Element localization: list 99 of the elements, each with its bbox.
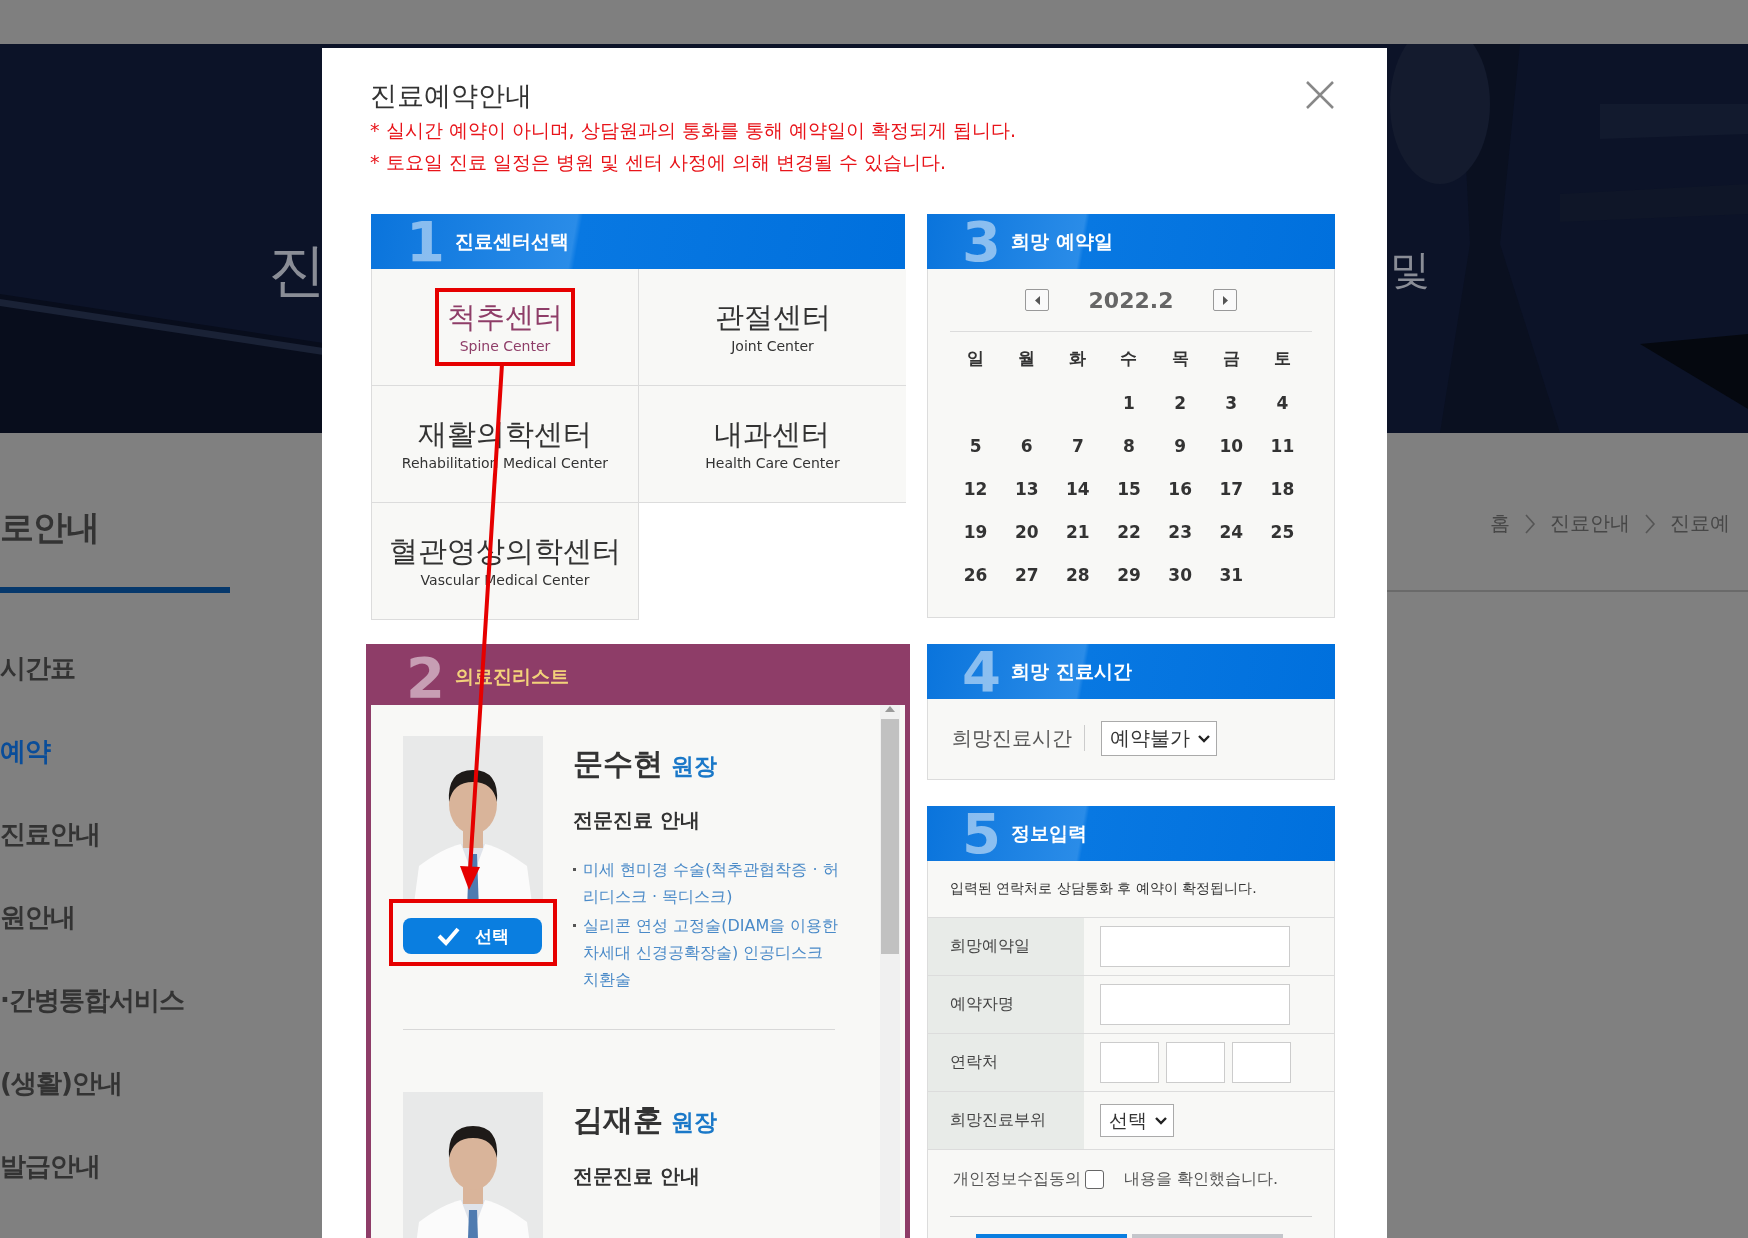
calendar-day[interactable]: 29: [1103, 557, 1155, 593]
calendar-day[interactable]: 3: [1205, 385, 1257, 421]
calendar-day[interactable]: 9: [1154, 428, 1206, 464]
calendar-day[interactable]: 13: [1001, 471, 1053, 507]
step-number: 4: [961, 644, 1001, 699]
center-option[interactable]: 내과센터 Health Care Center: [639, 386, 906, 503]
weekday-label: 토: [1272, 347, 1292, 370]
calendar-day[interactable]: 28: [1052, 557, 1104, 593]
caret-right-icon: [1221, 294, 1229, 306]
specialty-text: 실리콘 연성 고정술(DIAM을 이용한 차세대 신경공확장술) 인공디스크 치환술: [573, 912, 843, 993]
weekday-label: 수: [1119, 347, 1139, 370]
field-label: 연락처: [928, 1034, 1084, 1091]
close-icon[interactable]: [1305, 80, 1335, 110]
panel-title: 희망 진료시간: [1011, 658, 1132, 684]
specialty-heading: 전문진료 안내: [573, 807, 701, 834]
calendar-day[interactable]: 2: [1154, 385, 1206, 421]
dialog-title: 진료예약안내: [370, 79, 532, 113]
caret-left-icon: [1033, 294, 1041, 306]
calendar-day[interactable]: 15: [1103, 471, 1155, 507]
panel-title: 희망 예약일: [1011, 228, 1113, 254]
field-label: 예약자명: [928, 976, 1084, 1033]
form-note: 입력된 연락처로 상담통화 후 예약이 확정됩니다.: [949, 879, 1258, 898]
calendar-day[interactable]: 16: [1154, 471, 1206, 507]
notice-text: * 토요일 진료 일정은 병원 및 센터 사정에 의해 변경될 수 있습니다.: [370, 150, 947, 175]
input-field[interactable]: [1100, 1042, 1159, 1083]
specialty-heading: 전문진료 안내: [573, 1163, 701, 1190]
select-field[interactable]: 선택: [1100, 1104, 1174, 1137]
doctor-name: 문수현: [573, 746, 663, 781]
select-button[interactable]: 선택: [403, 918, 542, 954]
check-icon: [436, 925, 461, 947]
calendar-day[interactable]: 17: [1205, 471, 1257, 507]
chevron-icon: [1644, 512, 1656, 535]
chevron-down-icon: [1198, 734, 1210, 743]
notice-text: * 실시간 예약이 아니며, 상담원과의 통화를 통해 예약일이 확정되게 됩니다.: [370, 118, 1017, 143]
input-field[interactable]: [1100, 984, 1290, 1025]
center-option[interactable]: 관절센터 Joint Center: [639, 269, 906, 386]
hero-heading: 진: [268, 235, 326, 306]
center-name: 척추센터: [447, 299, 563, 336]
consent-label: 개인정보수집동의: [953, 1168, 1081, 1190]
input-field[interactable]: [1166, 1042, 1225, 1083]
center-english-name: Spine Center: [459, 337, 551, 356]
calendar-day[interactable]: 20: [1001, 514, 1053, 550]
calendar-day[interactable]: 12: [950, 471, 1002, 507]
calendar-day[interactable]: 14: [1052, 471, 1104, 507]
center-name: 관절센터: [714, 299, 831, 336]
select-field[interactable]: 예약불가: [1101, 721, 1217, 756]
calendar-day[interactable]: 1: [1103, 385, 1155, 421]
doctor-name: 김재훈: [573, 1102, 663, 1137]
calendar-day[interactable]: 10: [1205, 428, 1257, 464]
field-label: 희망진료부위: [928, 1092, 1084, 1149]
center-english-name: Joint Center: [731, 337, 814, 356]
checkbox[interactable]: [1085, 1169, 1104, 1189]
weekday-label: 목: [1170, 347, 1190, 370]
calendar-day[interactable]: 31: [1205, 557, 1257, 593]
field-label: 희망예약일: [928, 918, 1084, 975]
calendar-day[interactable]: 24: [1205, 514, 1257, 550]
calendar-day[interactable]: 22: [1103, 514, 1155, 550]
calendar-day[interactable]: 8: [1103, 428, 1155, 464]
chevron-icon: [1524, 512, 1536, 535]
calendar-day[interactable]: 25: [1256, 514, 1308, 550]
center-english-name: Health Care Center: [705, 454, 840, 473]
center-name: 내과센터: [714, 416, 831, 453]
input-field[interactable]: [1100, 926, 1290, 967]
hero-heading: 및: [1390, 245, 1430, 294]
calendar-day[interactable]: 6: [1001, 428, 1053, 464]
previous-month-button[interactable]: [1025, 289, 1049, 311]
next-month-button[interactable]: [1213, 289, 1237, 311]
panel-title: 진료센터선택: [455, 228, 569, 254]
calendar-day[interactable]: 4: [1256, 385, 1308, 421]
calendar-day[interactable]: 27: [1001, 557, 1053, 593]
calendar-day[interactable]: 7: [1052, 428, 1104, 464]
doctor-title: 원장: [671, 753, 717, 779]
center-option[interactable]: 척추센터 Spine Center: [372, 269, 639, 386]
step-number: 1: [405, 214, 445, 269]
calendar-day[interactable]: 5: [950, 428, 1002, 464]
calendar-day[interactable]: 23: [1154, 514, 1206, 550]
calendar-day[interactable]: 11: [1256, 428, 1308, 464]
consent-text: 내용을 확인했습니다.: [1124, 1168, 1279, 1190]
step-number: 3: [961, 214, 1001, 269]
input-field[interactable]: [1232, 1042, 1291, 1083]
calendar-day[interactable]: 21: [1052, 514, 1104, 550]
calendar-day[interactable]: 18: [1256, 471, 1308, 507]
doctor-title: 원장: [671, 1109, 717, 1135]
weekday-label: 화: [1068, 347, 1088, 370]
calendar-day[interactable]: 26: [950, 557, 1002, 593]
weekday-label: 금: [1221, 347, 1241, 370]
scrollbar-thumb[interactable]: [881, 719, 899, 954]
field-label: 희망진료시간: [952, 725, 1085, 751]
step-number: 2: [405, 649, 445, 705]
chevron-down-icon: [1155, 1116, 1167, 1125]
weekday-label: 일: [966, 347, 986, 370]
sidebar-title: 로안내: [0, 506, 100, 549]
calendar-day[interactable]: 30: [1154, 557, 1206, 593]
step-number: 5: [961, 806, 1001, 861]
panel-title: 정보입력: [1011, 820, 1087, 846]
calendar-day[interactable]: 19: [950, 514, 1002, 550]
weekday-label: 월: [1017, 347, 1037, 370]
specialty-text: 미세 현미경 수술(척추관협착증 · 허리디스크 · 목디스크): [573, 856, 843, 910]
calendar-month: 2022.2: [1087, 287, 1175, 313]
